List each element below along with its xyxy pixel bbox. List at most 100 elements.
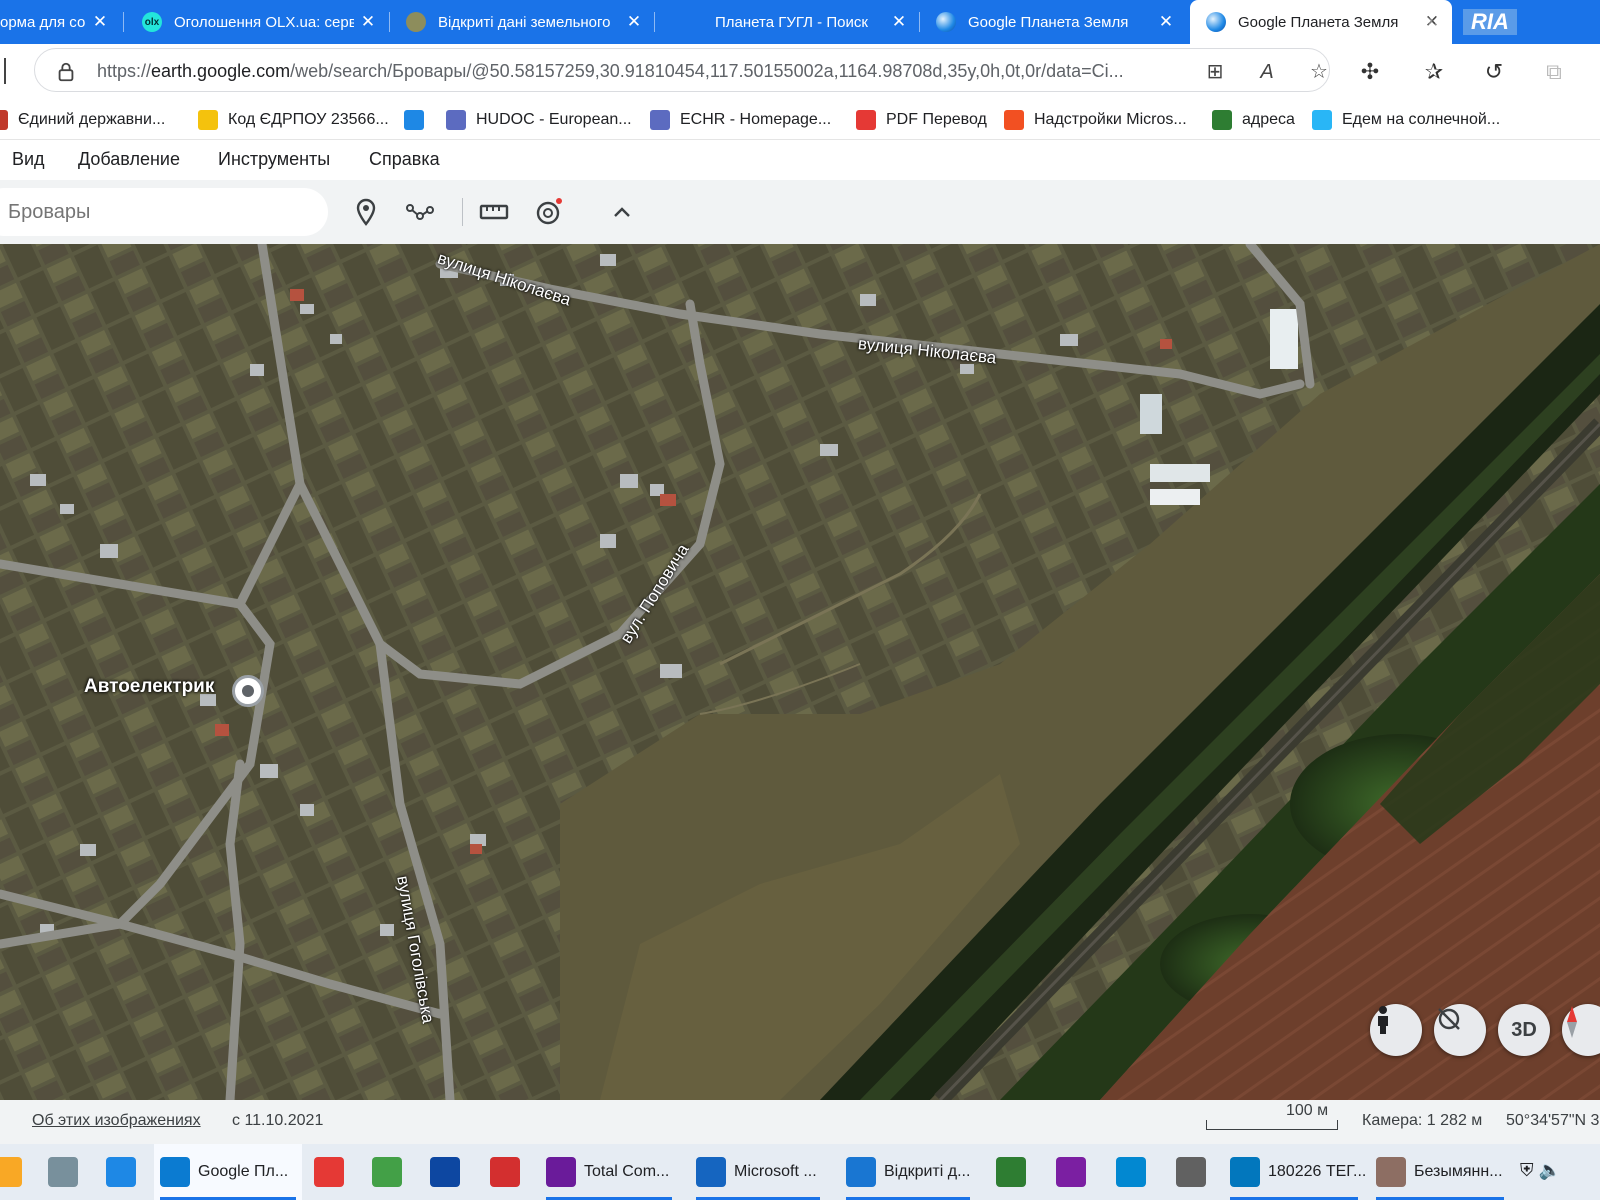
bookmark-label: HUDOC - European...: [476, 111, 632, 128]
history-icon[interactable]: ↺: [1480, 58, 1508, 86]
word-icon: [696, 1157, 726, 1187]
taskbar-item-ie[interactable]: [100, 1144, 142, 1200]
system-tray[interactable]: ⛨ 🔈: [1520, 1160, 1561, 1181]
url-text[interactable]: https://earth.google.com/web/search/Бров…: [97, 61, 1187, 82]
taskbar-item-pdf[interactable]: [484, 1144, 534, 1200]
taskbar-item-photoshop[interactable]: [424, 1144, 472, 1200]
close-icon[interactable]: ✕: [620, 12, 648, 32]
read-aloud-icon[interactable]: A: [1255, 60, 1279, 84]
taskbar-item-excel[interactable]: [990, 1144, 1038, 1200]
url-domain: earth.google.com: [151, 61, 291, 81]
coordinates: 50°34'57"N 3: [1506, 1112, 1600, 1129]
favorite-star-icon[interactable]: ☆: [1307, 60, 1331, 84]
taskbar-item-edge[interactable]: Google Пл...: [154, 1144, 302, 1200]
street-view-pegman-icon[interactable]: [1370, 1004, 1422, 1056]
excel-icon: [996, 1157, 1026, 1187]
app-install-icon[interactable]: ⊞: [1203, 60, 1227, 84]
camera-altitude: Камера: 1 282 м: [1362, 1112, 1483, 1129]
tab-olx[interactable]: olx Оголошення OLX.ua: серв ✕: [126, 0, 388, 44]
place-label-autoelectric[interactable]: Автоелектрик: [84, 676, 214, 698]
tilt-off-icon[interactable]: [1434, 1004, 1486, 1056]
scale-bar: [1206, 1120, 1338, 1130]
taskbar-item-image[interactable]: 180226 ТЕГ...: [1224, 1144, 1367, 1200]
tab-title: Google Планета Земля: [968, 13, 1129, 31]
satellite-map[interactable]: вулиця Ніколаєва вулиця Ніколаєва вул. П…: [0, 244, 1600, 1100]
bookmark-0[interactable]: Єдиний державни...: [0, 108, 165, 132]
ria-logo: dm RIA: [1420, 8, 1517, 36]
bookmark-8[interactable]: Едем на солнечной...: [1312, 108, 1500, 132]
favorites-icon[interactable]: ✰: [1420, 58, 1448, 86]
land-data-icon: [406, 12, 426, 32]
menu-help[interactable]: Справка: [369, 149, 440, 170]
taskbar-label: Відкриті д...: [884, 1163, 971, 1180]
extensions-icon[interactable]: ✣: [1356, 58, 1384, 86]
tab-google-search[interactable]: Планета ГУГЛ - Поиск ✕: [655, 0, 919, 44]
url-path: /web/search/Бровары/@50.58157259,30.9181…: [290, 61, 1124, 81]
tab-title: Планета ГУГЛ - Поиск: [715, 13, 868, 31]
close-icon[interactable]: ✕: [1152, 12, 1180, 32]
search-input[interactable]: [8, 201, 298, 224]
bookmark-7[interactable]: адреса: [1212, 108, 1295, 132]
tab-land-data[interactable]: Відкриті дані земельного ✕: [390, 0, 654, 44]
path-icon[interactable]: [404, 196, 436, 228]
tab-google-earth[interactable]: Google Планета Земля ✕: [920, 0, 1186, 44]
taskbar-label: 180226 ТЕГ...: [1268, 1163, 1367, 1180]
search-box[interactable]: [0, 188, 328, 236]
three-d-toggle[interactable]: 3D: [1498, 1004, 1550, 1056]
tab-google-earth-active[interactable]: Google Планета Земля ✕: [1190, 0, 1452, 44]
close-icon[interactable]: ✕: [885, 12, 913, 32]
chevron-up-icon[interactable]: [606, 196, 638, 228]
close-icon[interactable]: ✕: [354, 12, 382, 32]
taskbar-item-folder[interactable]: [0, 1144, 26, 1200]
volume-icon[interactable]: 🔈: [1539, 1160, 1561, 1180]
taskbar-item-word[interactable]: Microsoft ...: [690, 1144, 826, 1200]
olx-icon: olx: [142, 12, 162, 32]
partial-nav-icon[interactable]: [0, 58, 6, 84]
tab-separator: [123, 12, 124, 32]
viber-icon: [1056, 1157, 1086, 1187]
search-icon: [671, 12, 691, 32]
bookmark-3[interactable]: HUDOC - European...: [446, 108, 632, 132]
menu-tools[interactable]: Инструменты: [218, 149, 330, 170]
menu-add[interactable]: Добавление: [78, 149, 180, 170]
taskbar-item-opera[interactable]: [308, 1144, 354, 1200]
bookmark-1[interactable]: Код ЄДРПОУ 23566...: [198, 108, 389, 132]
bookmark-2[interactable]: [404, 108, 434, 132]
lock-icon[interactable]: [55, 61, 77, 83]
taskbar-item-total-commander[interactable]: Total Com...: [540, 1144, 678, 1200]
placemark-icon[interactable]: [350, 196, 382, 228]
collections-icon[interactable]: ⧉: [1540, 58, 1568, 86]
earth-icon: [1206, 12, 1226, 32]
slash-icon: [1212, 110, 1232, 130]
taskbar-item-viber[interactable]: [1050, 1144, 1098, 1200]
taskbar-item-app[interactable]: [366, 1144, 412, 1200]
security-shield-icon[interactable]: ⛨: [1520, 1160, 1534, 1180]
taskbar-label: Безымянн...: [1414, 1163, 1503, 1180]
tab-form[interactable]: орма для со ✕: [0, 0, 120, 44]
tab-title: Оголошення OLX.ua: серв: [174, 13, 354, 31]
address-bar[interactable]: https://earth.google.com/web/search/Бров…: [34, 48, 1330, 92]
bookmark-label: PDF Перевод: [886, 111, 987, 128]
taskbar-item-paint[interactable]: Безымянн...: [1370, 1144, 1510, 1200]
address-row: https://earth.google.com/web/search/Бров…: [0, 44, 1600, 100]
court-icon: [650, 110, 670, 130]
taskbar-item-settings[interactable]: [1170, 1144, 1220, 1200]
menu-view[interactable]: Вид: [12, 149, 45, 170]
about-imagery-link[interactable]: Об этих изображениях: [32, 1112, 201, 1130]
bookmark-5[interactable]: PDF Перевод: [856, 108, 987, 132]
taskbar-item-word-doc[interactable]: Відкриті д...: [840, 1144, 976, 1200]
edge-icon: [404, 110, 424, 130]
calculator-icon: [48, 1157, 78, 1187]
person-icon: [0, 110, 8, 130]
place-pin-icon[interactable]: [232, 675, 264, 707]
bookmark-6[interactable]: Надстройки Micros...: [1004, 108, 1187, 132]
historical-imagery-icon[interactable]: [532, 196, 564, 228]
close-icon[interactable]: ✕: [86, 12, 114, 32]
taskbar-item-telegram[interactable]: [1110, 1144, 1160, 1200]
ruler-icon[interactable]: [478, 196, 510, 228]
pdf-icon: [490, 1157, 520, 1187]
bookmark-4[interactable]: ECHR - Homepage...: [650, 108, 831, 132]
ie-icon: [106, 1157, 136, 1187]
taskbar-item-calculator[interactable]: [42, 1144, 82, 1200]
tab-title: Відкриті дані земельного: [438, 13, 611, 31]
